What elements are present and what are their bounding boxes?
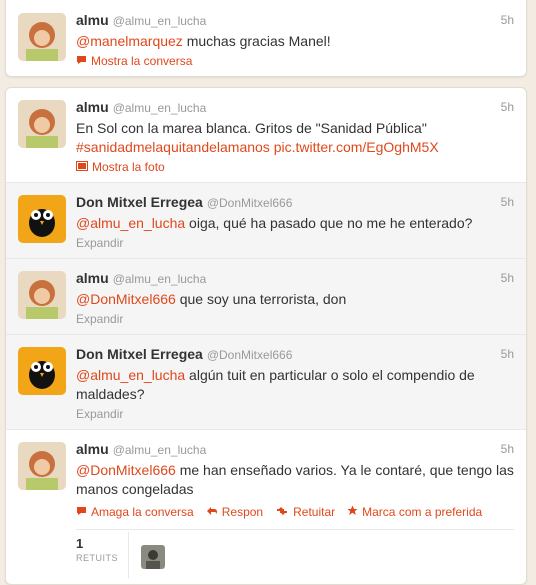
tweet-header: almu @almu_en_lucha: [76, 98, 514, 117]
mention-link[interactable]: @almu_en_lucha: [76, 367, 185, 383]
hide-conversation-button[interactable]: Amaga la conversa: [76, 505, 194, 519]
tweet-item[interactable]: Don Mitxel Erregea @DonMitxel666 5h @almu…: [6, 183, 526, 259]
star-icon: [347, 505, 358, 519]
fullname[interactable]: Don Mitxel Erregea: [76, 346, 203, 362]
retweeter-avatar[interactable]: [141, 545, 165, 569]
tweet-header: Don Mitxel Erregea @DonMitxel666: [76, 193, 514, 212]
show-photo-link[interactable]: Mostra la foto: [76, 160, 514, 174]
avatar-almu[interactable]: [18, 13, 66, 61]
timestamp[interactable]: 5h: [501, 442, 514, 456]
mention-link[interactable]: @DonMitxel666: [76, 291, 176, 307]
fullname[interactable]: almu: [76, 12, 109, 28]
username[interactable]: @DonMitxel666: [207, 348, 293, 362]
speech-bubble-icon: [76, 505, 87, 519]
tweet-header: almu @almu_en_lucha: [76, 11, 514, 30]
avatar-donmitxel[interactable]: [18, 347, 66, 395]
hashtag-link[interactable]: #sanidadmelaquitandelamanos: [76, 139, 270, 155]
username[interactable]: @almu_en_lucha: [113, 272, 207, 286]
reply-button[interactable]: Respon: [206, 505, 263, 519]
avatar-almu[interactable]: [18, 442, 66, 490]
tweet-text: @almu_en_lucha oiga, qué ha pasado que n…: [76, 215, 473, 231]
username[interactable]: @DonMitxel666: [207, 196, 293, 210]
mention-link[interactable]: @DonMitxel666: [76, 462, 176, 478]
username[interactable]: @almu_en_lucha: [113, 443, 207, 457]
timestamp[interactable]: 5h: [501, 100, 514, 114]
username[interactable]: @almu_en_lucha: [113, 101, 207, 115]
show-conversation-link[interactable]: Mostra la conversa: [76, 54, 514, 68]
timestamp[interactable]: 5h: [501, 195, 514, 209]
retweet-count[interactable]: 1 RETUITS: [76, 532, 129, 578]
tweet-item[interactable]: almu @almu_en_lucha 5h @DonMitxel666 que …: [6, 259, 526, 335]
fullname[interactable]: Don Mitxel Erregea: [76, 194, 203, 210]
expand-link[interactable]: Expandir: [76, 407, 514, 421]
tweet-card-top: almu @almu_en_lucha 5h @manelmarquez much…: [5, 0, 527, 77]
retweet-icon: [275, 505, 289, 519]
tweet-item-expanded[interactable]: almu @almu_en_lucha 5h @DonMitxel666 me h…: [6, 430, 526, 584]
tweet-text: @almu_en_lucha algún tuit en particular …: [76, 367, 475, 402]
expand-link[interactable]: Expandir: [76, 312, 514, 326]
fullname[interactable]: almu: [76, 99, 109, 115]
tweet-item[interactable]: almu @almu_en_lucha 5h En Sol con la mare…: [6, 88, 526, 183]
photo-icon: [76, 160, 88, 174]
tweet-text: En Sol con la marea blanca. Gritos de "S…: [76, 120, 439, 155]
timestamp[interactable]: 5h: [501, 271, 514, 285]
favorite-button[interactable]: Marca com a preferida: [347, 505, 482, 519]
reply-icon: [206, 505, 218, 519]
speech-bubble-icon: [76, 54, 87, 68]
mention-link[interactable]: @manelmarquez: [76, 33, 183, 49]
timestamp[interactable]: 5h: [501, 13, 514, 27]
tweet-body: muchas gracias Manel!: [182, 33, 331, 49]
mention-link[interactable]: @almu_en_lucha: [76, 215, 185, 231]
retweet-button[interactable]: Retuitar: [275, 505, 335, 519]
expand-link[interactable]: Expandir: [76, 236, 514, 250]
tweet-card-thread: almu @almu_en_lucha 5h En Sol con la mare…: [5, 87, 527, 585]
tweet-text: @manelmarquez muchas gracias Manel!: [76, 32, 514, 51]
fullname[interactable]: almu: [76, 441, 109, 457]
avatar-almu[interactable]: [18, 100, 66, 148]
tweet-header: almu @almu_en_lucha: [76, 269, 514, 288]
timestamp[interactable]: 5h: [501, 347, 514, 361]
fullname[interactable]: almu: [76, 270, 109, 286]
avatar-donmitxel[interactable]: [18, 195, 66, 243]
tweet-item[interactable]: Don Mitxel Erregea @DonMitxel666 5h @almu…: [6, 335, 526, 430]
tweet-text: @DonMitxel666 que soy una terrorista, do…: [76, 291, 347, 307]
tweet-header: Don Mitxel Erregea @DonMitxel666: [76, 345, 514, 364]
tweet-stats: 1 RETUITS: [76, 529, 514, 578]
tweet-text: @DonMitxel666 me han enseñado varios. Ya…: [76, 462, 514, 497]
pic-link[interactable]: pic.twitter.com/EgOghM5X: [274, 139, 439, 155]
avatar-almu[interactable]: [18, 271, 66, 319]
tweet-item[interactable]: almu @almu_en_lucha 5h @manelmarquez much…: [6, 0, 526, 76]
tweet-actions: Amaga la conversa Respon Retuitar Marca …: [76, 505, 514, 519]
tweet-header: almu @almu_en_lucha: [76, 440, 514, 459]
username[interactable]: @almu_en_lucha: [113, 14, 207, 28]
